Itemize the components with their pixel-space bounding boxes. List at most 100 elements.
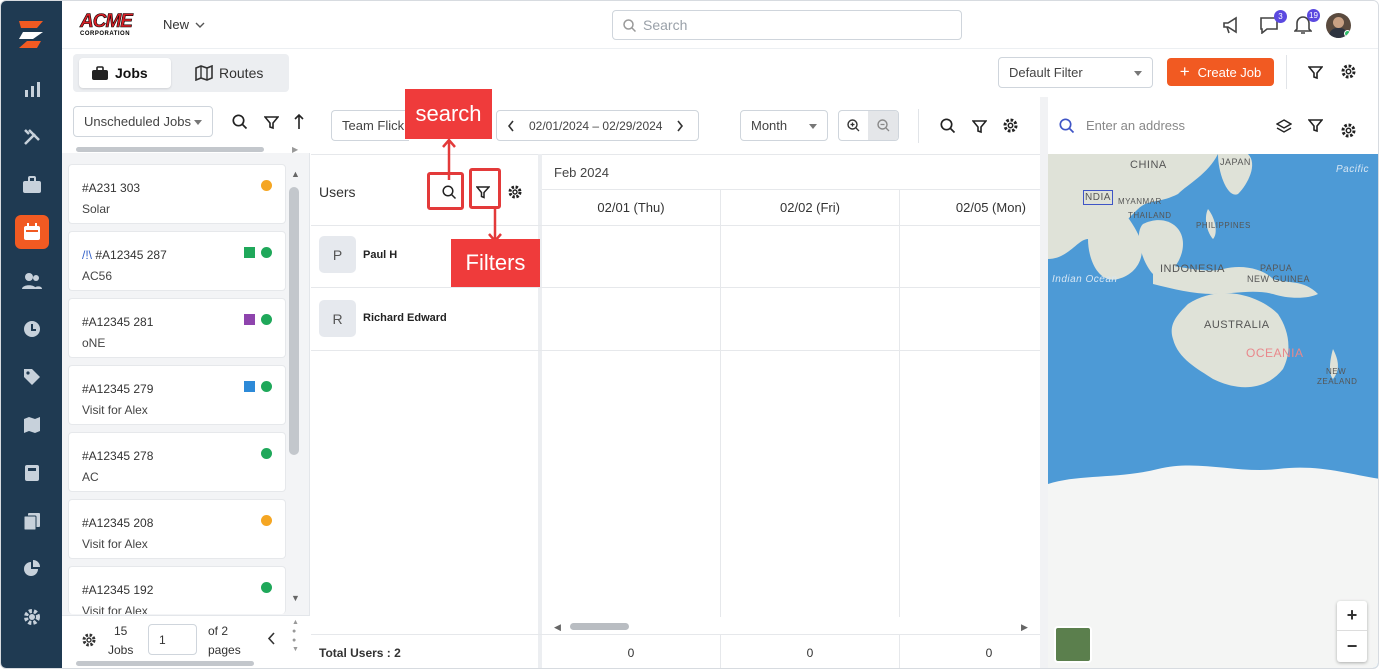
search-icon[interactable] bbox=[232, 114, 248, 135]
tools-icon[interactable] bbox=[19, 124, 45, 150]
calendar-icon[interactable] bbox=[15, 215, 49, 249]
gear-icon[interactable] bbox=[1340, 122, 1357, 144]
map-view[interactable]: CHINA JAPAN Pacific NDIA MYANMAR THAILAN… bbox=[1048, 154, 1378, 668]
address-input[interactable]: Enter an address bbox=[1086, 118, 1185, 133]
status-dot bbox=[261, 180, 272, 191]
left-rail bbox=[1, 1, 62, 668]
settings-icon[interactable] bbox=[19, 604, 45, 630]
zoom-out-icon[interactable] bbox=[868, 111, 898, 140]
messages-icon[interactable]: 3 bbox=[1259, 10, 1287, 39]
pagination-scroll-icon[interactable]: ▲ ● ● ▼ bbox=[292, 618, 299, 654]
status-dot bbox=[261, 515, 272, 526]
filter-icon[interactable] bbox=[971, 119, 988, 139]
view-select[interactable]: Month bbox=[740, 110, 828, 141]
category-square bbox=[244, 247, 255, 258]
job-card[interactable]: /!\ #A12345 287 AC56 bbox=[68, 231, 286, 291]
status-dot bbox=[261, 381, 272, 392]
user-name[interactable]: Richard Edward bbox=[363, 312, 447, 324]
month-label: Feb 2024 bbox=[554, 165, 609, 180]
filter-highlight-box bbox=[469, 168, 501, 209]
avatar[interactable] bbox=[1326, 13, 1351, 38]
scroll-left-icon[interactable]: ◀ bbox=[554, 622, 561, 633]
notifications-icon[interactable]: 19 bbox=[1293, 9, 1320, 40]
status-dot bbox=[261, 448, 272, 459]
satellite-toggle[interactable] bbox=[1054, 626, 1092, 663]
zoom-in-icon[interactable] bbox=[839, 111, 868, 140]
map-label: PHILIPPINES bbox=[1196, 221, 1251, 230]
search-icon[interactable] bbox=[940, 118, 956, 139]
day-header[interactable]: 02/02 (Fri) bbox=[721, 190, 899, 225]
day-total: 0 bbox=[806, 645, 814, 660]
scroll-right-icon[interactable]: ▶ bbox=[292, 145, 298, 154]
scroll-down-icon[interactable]: ▼ bbox=[291, 593, 300, 603]
day-header[interactable]: 02/01 (Thu) bbox=[542, 190, 720, 225]
documents-icon[interactable] bbox=[19, 508, 45, 534]
caret-down-icon bbox=[194, 119, 202, 125]
category-square bbox=[244, 381, 255, 392]
team-select[interactable]: Team Flick bbox=[331, 110, 409, 141]
date-range-picker[interactable]: 02/01/2024 – 02/29/2024 bbox=[496, 110, 699, 141]
scroll-right-icon[interactable]: ▶ bbox=[1021, 622, 1028, 633]
app-logo-icon[interactable] bbox=[13, 15, 51, 53]
analytics-icon[interactable] bbox=[19, 76, 45, 102]
new-dropdown[interactable]: New bbox=[163, 17, 205, 32]
job-card[interactable]: #A12345 278 AC bbox=[68, 432, 286, 492]
map-label: AUSTRALIA bbox=[1204, 319, 1270, 331]
zoom-in-button[interactable]: + bbox=[1337, 601, 1367, 631]
horizontal-scrollbar[interactable] bbox=[76, 661, 254, 666]
sub-toolbar: Jobs Routes Default Filter + Create Job bbox=[62, 49, 1378, 97]
map-icon[interactable] bbox=[19, 412, 45, 438]
job-card[interactable]: #A12345 281 oNE bbox=[68, 298, 286, 358]
briefcase-icon[interactable] bbox=[19, 172, 45, 198]
jobs-filter-select[interactable]: Unscheduled Jobs bbox=[73, 106, 213, 137]
announcement-icon[interactable] bbox=[1222, 16, 1242, 39]
pie-chart-icon[interactable] bbox=[19, 556, 45, 582]
create-job-button[interactable]: + Create Job bbox=[1167, 58, 1274, 86]
tab-routes[interactable]: Routes bbox=[183, 58, 283, 88]
messages-badge: 3 bbox=[1274, 10, 1287, 23]
resource-splitter[interactable] bbox=[538, 154, 542, 668]
horizontal-scrollbar[interactable] bbox=[76, 147, 264, 152]
filter-icon[interactable] bbox=[263, 115, 280, 135]
zoom-out-button[interactable]: − bbox=[1337, 631, 1367, 661]
zoom-controls bbox=[838, 110, 899, 141]
scroll-up-icon[interactable]: ▲ bbox=[291, 169, 300, 179]
sort-arrow-icon[interactable] bbox=[294, 113, 304, 135]
panel-splitter[interactable] bbox=[1040, 97, 1048, 668]
filter-icon[interactable] bbox=[1307, 118, 1324, 138]
chevron-left-icon[interactable] bbox=[267, 632, 275, 650]
page-input[interactable]: 1 bbox=[148, 624, 197, 655]
scheduler-panel: Team Flick 02/01/2024 – 02/29/2024 Month… bbox=[311, 89, 1040, 668]
layers-icon[interactable] bbox=[1275, 119, 1293, 138]
map-label: PAPUA bbox=[1260, 263, 1293, 273]
global-search-input[interactable]: Search bbox=[612, 10, 962, 40]
search-icon[interactable] bbox=[1059, 118, 1075, 139]
job-card[interactable]: #A231 303 Solar bbox=[68, 164, 286, 224]
gear-icon[interactable] bbox=[507, 184, 523, 205]
status-dot bbox=[261, 314, 272, 325]
map-toolbar: Enter an address bbox=[1048, 97, 1378, 154]
chevron-left-icon[interactable] bbox=[507, 120, 515, 132]
calculator-icon[interactable] bbox=[19, 460, 45, 486]
gear-icon[interactable] bbox=[1340, 63, 1357, 85]
tab-jobs[interactable]: Jobs bbox=[79, 58, 171, 88]
default-filter-select[interactable]: Default Filter bbox=[998, 57, 1153, 88]
users-icon[interactable] bbox=[19, 268, 45, 294]
status-dot bbox=[261, 582, 272, 593]
gear-icon[interactable] bbox=[1002, 117, 1019, 139]
user-name[interactable]: Paul H bbox=[363, 249, 397, 261]
day-header[interactable]: 02/05 (Mon) bbox=[900, 190, 1040, 225]
pages-label: pages bbox=[208, 643, 241, 657]
job-card[interactable]: #A12345 192 Visit for Alex bbox=[68, 566, 286, 614]
tag-icon[interactable] bbox=[19, 364, 45, 390]
filter-icon[interactable] bbox=[1307, 65, 1324, 85]
job-card[interactable]: #A12345 208 Visit for Alex bbox=[68, 499, 286, 559]
job-card[interactable]: #A12345 279 Visit for Alex bbox=[68, 365, 286, 425]
chevron-right-icon[interactable] bbox=[676, 120, 684, 132]
user-avatar: R bbox=[319, 300, 356, 337]
clock-icon[interactable] bbox=[19, 316, 45, 342]
vertical-scrollbar[interactable] bbox=[289, 187, 299, 455]
briefcase-icon bbox=[92, 65, 108, 80]
gear-icon[interactable] bbox=[81, 632, 97, 653]
horizontal-scrollbar[interactable] bbox=[570, 623, 629, 630]
